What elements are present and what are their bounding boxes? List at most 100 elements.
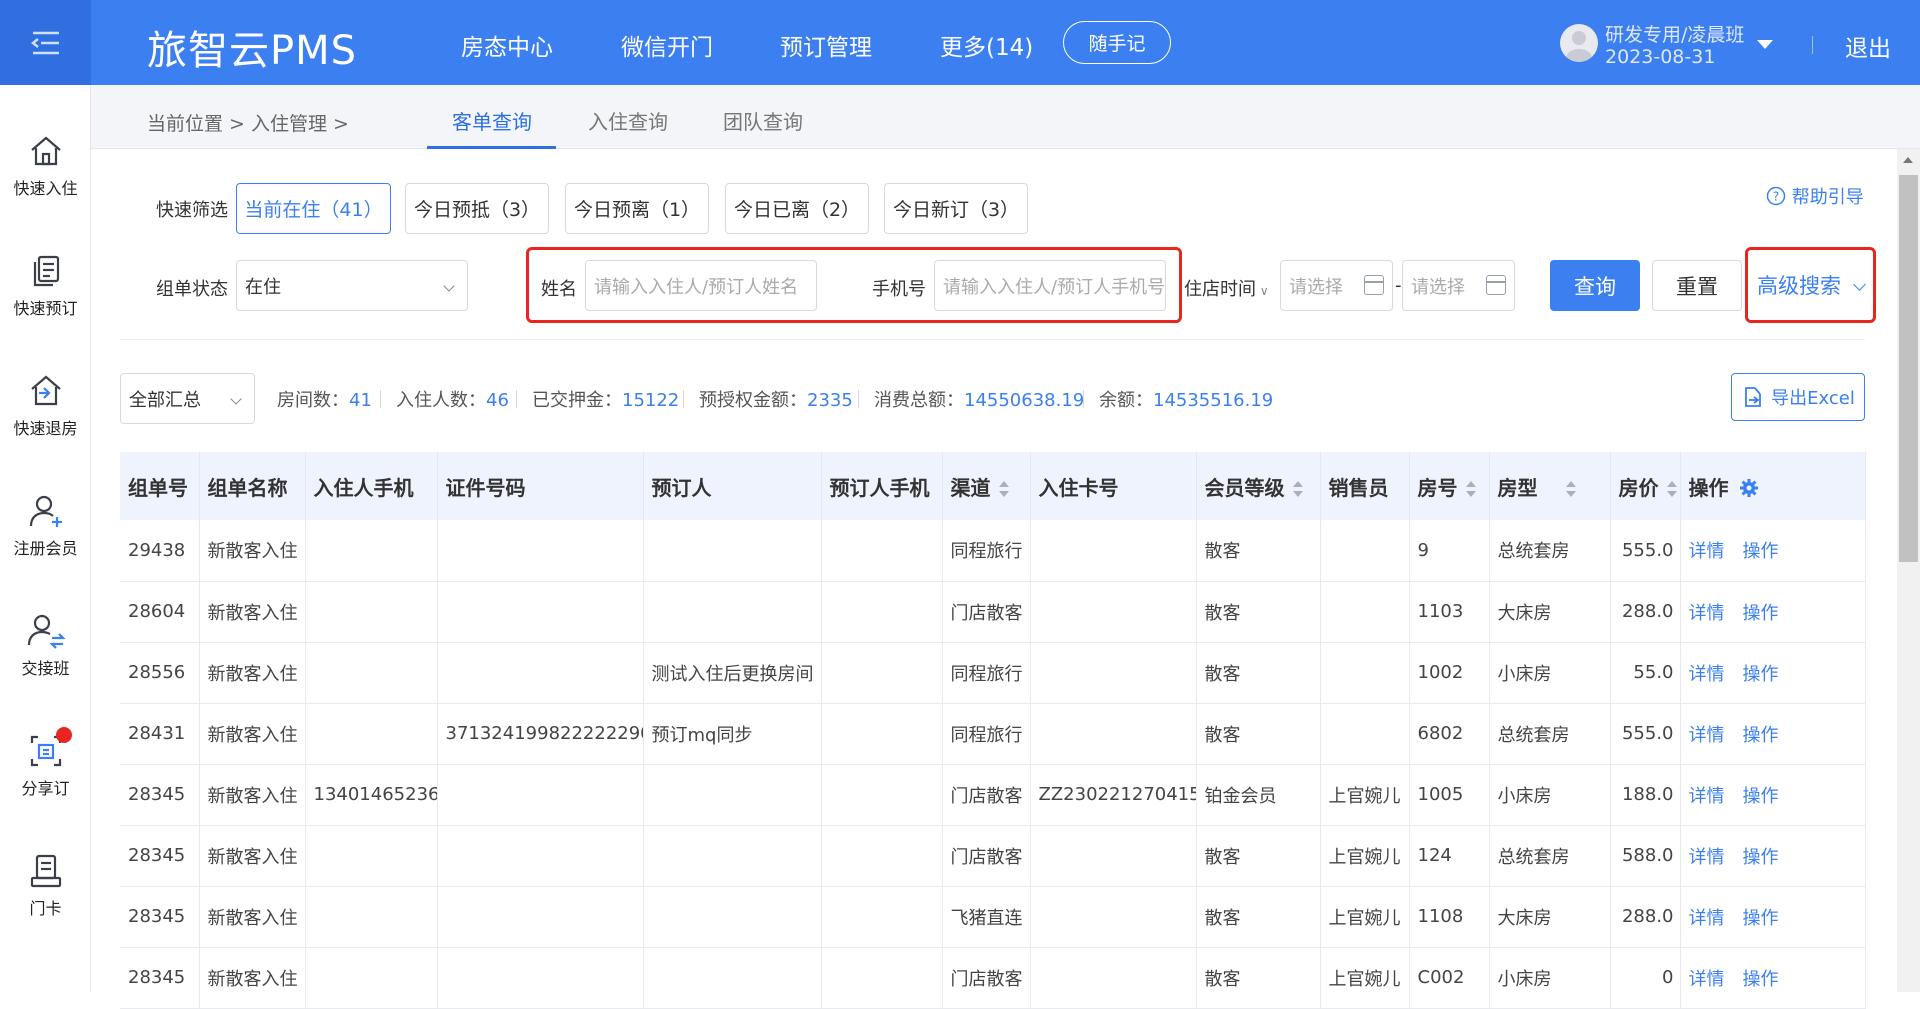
summary-key: 消费总额： [874,390,964,411]
table-row[interactable]: 28345 新散客入住 飞猪直连 散客 上官婉儿 1108 大床房 288.0 详情 操作 [120,886,1866,948]
reset-button[interactable]: 重置 [1652,260,1742,311]
help-guide-link[interactable]: ? 帮助引导 [1766,183,1864,209]
column-header[interactable]: 会员等级 [1196,452,1321,520]
chevron-down-icon [230,393,242,405]
top-bar: 旅智云PMS 房态中心 微信开门 预订管理 更多(14) 随手记 研发专用/凌晨… [0,0,1920,85]
sort-icon[interactable] [1666,480,1677,498]
column-header-label: 会员等级 [1204,475,1285,500]
scroll-up-arrow-icon[interactable] [1903,157,1913,163]
table-row[interactable]: 28604 新散客入住 门店散客 散客 1103 大床房 288.0 详情 操作 [120,581,1866,643]
detail-link[interactable]: 详情 [1689,664,1725,685]
name-input[interactable]: 请输入入住人/预订人姓名 [585,260,817,311]
detail-link[interactable]: 详情 [1689,786,1725,807]
tab-guest-order-query[interactable]: 客单查询 [452,106,532,135]
query-button[interactable]: 查询 [1550,260,1640,311]
table-cell: 124 [1409,825,1490,887]
user-dropdown-icon[interactable] [1757,40,1773,49]
detail-link[interactable]: 详情 [1689,725,1725,746]
user-name[interactable]: 研发专用/凌晨班 [1605,20,1744,47]
phone-input[interactable]: 请输入入住人/预订人手机号 [934,260,1166,311]
column-header-label: 渠道 [950,475,991,500]
chip-today-new-bookings[interactable]: 今日新订（3） [884,183,1028,234]
settings-gear-icon[interactable] [1739,478,1759,498]
detail-link[interactable]: 详情 [1689,969,1725,990]
export-excel-button[interactable]: 导出Excel [1731,373,1865,421]
table-cell: 288.0 [1610,581,1681,643]
table-cell: 小床房 [1489,642,1611,704]
order-status-label: 组单状态 [156,279,228,300]
table-row[interactable]: 28345 新散客入住 门店散客 散客 上官婉儿 C002 小床房 0 详情 操作 [120,947,1866,1009]
detail-link[interactable]: 详情 [1689,603,1725,624]
table-cell: 飞猪直连 [942,886,1031,948]
row-actions-cell: 详情 操作 [1680,825,1866,887]
nav-room-status[interactable]: 房态中心 [461,28,553,62]
sidebar-item-share-order[interactable]: 分享订 [0,727,91,799]
sidebar-item-door-card[interactable]: 门卡 [0,853,91,919]
summary-scope-select[interactable]: 全部汇总 [120,373,255,424]
summary-room-count: 房间数：41 [277,386,372,412]
avatar[interactable] [1560,24,1598,62]
detail-link[interactable]: 详情 [1689,908,1725,929]
operate-link[interactable]: 操作 [1743,786,1779,807]
column-header[interactable]: 房型 [1489,452,1611,520]
operate-link[interactable]: 操作 [1743,541,1779,562]
sort-icon[interactable] [1465,480,1476,498]
sort-icon[interactable] [1565,480,1576,498]
stay-time-select[interactable]: 住店时间 ∨ [1184,275,1269,301]
operate-link[interactable]: 操作 [1743,725,1779,746]
help-guide-label: 帮助引导 [1791,187,1864,208]
summary-deposit: 已交押金：15122 [532,386,679,412]
column-header-label: 操作 [1688,475,1729,500]
nav-reservation[interactable]: 预订管理 [780,28,872,62]
date-start-input[interactable]: 请选择 [1280,260,1393,311]
table-row[interactable]: 28345 新散客入住 门店散客 散客 上官婉儿 124 总统套房 588.0 详情 操作 [120,825,1866,887]
memo-button[interactable]: 随手记 [1063,21,1171,64]
tab-team-query[interactable]: 团队查询 [723,106,803,135]
operate-link[interactable]: 操作 [1743,969,1779,990]
column-header[interactable]: 房号 [1409,452,1490,520]
table-cell: 散客 [1196,581,1321,643]
menu-toggle-button[interactable] [0,0,91,85]
operate-link[interactable]: 操作 [1743,908,1779,929]
column-header-label: 组单号 [128,475,188,500]
sort-icon[interactable] [1292,480,1303,498]
chip-today-departures[interactable]: 今日预离（1） [565,183,709,234]
table-cell: 同程旅行 [942,642,1031,704]
scrollbar-thumb[interactable] [1899,175,1918,562]
detail-link[interactable]: 详情 [1689,847,1725,868]
sidebar-item-quick-booking[interactable]: 快速预订 [0,253,91,319]
operate-link[interactable]: 操作 [1743,603,1779,624]
operate-link[interactable]: 操作 [1743,847,1779,868]
date-end-input[interactable]: 请选择 [1402,260,1515,311]
chip-current-in-house[interactable]: 当前在住（41） [236,183,391,234]
table-cell: C002 [1409,947,1490,1009]
advanced-search-toggle[interactable]: 高级搜索 [1757,270,1841,300]
table-row[interactable]: 28556 新散客入住 测试入住后更换房间 同程旅行 散客 1002 小床房 55.0 详情 操作 [120,642,1866,704]
row-actions-cell: 详情 操作 [1680,764,1866,826]
sidebar-item-register-member[interactable]: 注册会员 [0,493,91,559]
table-cell [821,764,943,826]
chip-today-arrivals[interactable]: 今日预抵（3） [405,183,549,234]
operate-link[interactable]: 操作 [1743,664,1779,685]
table-row[interactable]: 28345 新散客入住 13401465236 门店散客 ZZ230221270415 铂… [120,764,1866,826]
logout-button[interactable]: 退出 [1845,29,1891,63]
detail-link[interactable]: 详情 [1689,541,1725,562]
sidebar-item-quick-checkout[interactable]: 快速退房 [0,373,91,439]
nav-wechat-door[interactable]: 微信开门 [621,28,713,62]
sidebar-item-quick-checkin[interactable]: 快速入住 [0,133,91,199]
tab-checkin-query[interactable]: 入住查询 [588,106,668,135]
table-cell: 6802 [1409,703,1490,765]
sidebar-item-shift-handover[interactable]: 交接班 [0,613,91,679]
column-header[interactable]: 渠道 [942,452,1031,520]
sort-icon[interactable] [998,480,1009,498]
order-status-select[interactable]: 在住 [236,260,468,311]
menu-collapse-icon [30,31,59,54]
column-header-label: 入住人手机 [313,475,414,500]
chip-today-departed[interactable]: 今日已离（2） [725,183,869,234]
table-row[interactable]: 29438 新散客入住 同程旅行 散客 9 总统套房 555.0 详情 操作 [120,520,1866,582]
table-row[interactable]: 28431 新散客入住 371324199822222290 预订mq同步 同程旅行 散客… [120,703,1866,765]
column-header[interactable]: 房价 [1610,452,1681,520]
notification-dot [56,727,72,743]
nav-more[interactable]: 更多(14) [940,28,1033,62]
table-cell [305,581,438,643]
